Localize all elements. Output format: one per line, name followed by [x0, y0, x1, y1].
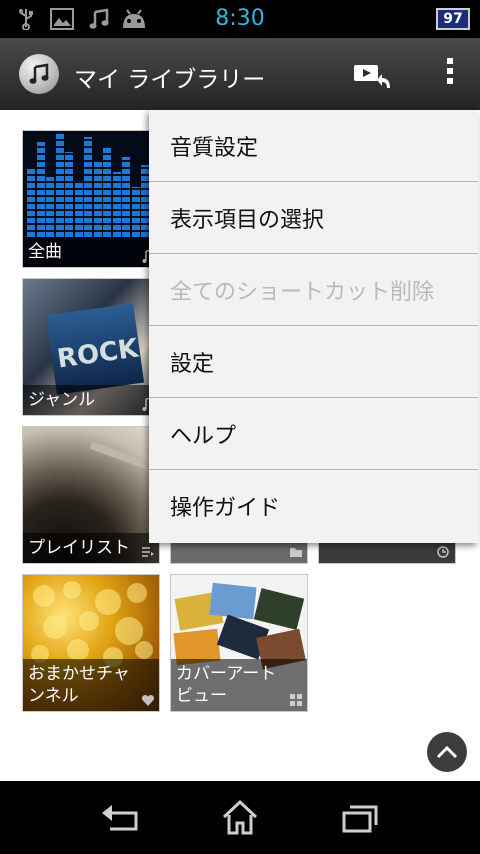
menu-item-operation-guide[interactable]: 操作ガイド — [149, 470, 478, 542]
bokeh-light — [95, 589, 121, 615]
equalizer-bar — [27, 167, 35, 237]
equalizer-bar — [93, 162, 102, 237]
equalizer-bar — [122, 157, 130, 237]
overflow-menu-icon[interactable] — [440, 54, 460, 94]
tile-genre[interactable]: ROCK ジャンル — [22, 278, 160, 416]
equalizer-bar — [74, 182, 83, 237]
tile-cover-art-view[interactable]: カバーアートビュー — [170, 574, 308, 712]
folder-icon — [290, 548, 302, 557]
page-title: マイ ライブラリー — [74, 67, 266, 93]
recent-icon — [437, 546, 449, 558]
menu-item-delete-all-shortcuts: 全てのショートカット削除 — [149, 254, 478, 326]
tile-all-songs[interactable]: 全曲 — [22, 130, 160, 268]
tile-label: おまかせチャンネル — [23, 659, 159, 711]
bokeh-light — [67, 639, 89, 661]
bokeh-light — [135, 641, 153, 659]
navigation-bar — [0, 781, 480, 854]
music-app-icon[interactable] — [19, 54, 59, 94]
tile-label: 全曲 — [23, 237, 159, 267]
equalizer-bar — [112, 172, 121, 237]
menu-item-select-display-items[interactable]: 表示項目の選択 — [149, 182, 478, 254]
equalizer-bar — [131, 187, 140, 237]
equalizer-bar — [55, 132, 64, 237]
bokeh-light — [33, 585, 55, 607]
equalizer-bar — [46, 177, 54, 237]
music-note-icon — [29, 63, 49, 84]
cast-icon[interactable] — [352, 60, 396, 90]
equalizer-bar — [84, 137, 92, 237]
status-bar: 8:30 97 — [0, 0, 480, 38]
battery-indicator: 97 — [436, 8, 470, 30]
equalizer-bar — [36, 142, 45, 237]
chevron-up-icon — [436, 745, 458, 759]
menu-item-help[interactable]: ヘルプ — [149, 398, 478, 470]
bokeh-light — [127, 583, 147, 603]
grid-icon — [290, 694, 302, 706]
menu-item-settings[interactable]: 設定 — [149, 326, 478, 398]
playlist-icon — [142, 547, 154, 557]
back-icon[interactable] — [100, 799, 140, 837]
bokeh-light — [63, 581, 81, 599]
tile-omakase-channel[interactable]: おまかせチャンネル — [22, 574, 160, 712]
home-icon[interactable] — [220, 799, 260, 837]
recent-apps-icon[interactable] — [340, 799, 380, 837]
tile-label: カバーアートビュー — [171, 659, 307, 711]
equalizer-bar — [141, 165, 149, 237]
equalizer-bar — [103, 147, 111, 237]
tile-playlist[interactable]: プレイリスト — [22, 426, 160, 564]
scroll-to-top-button[interactable] — [427, 732, 467, 772]
tile-label: ジャンル — [23, 385, 159, 415]
bokeh-light — [79, 611, 99, 631]
heart-note-icon — [141, 694, 155, 706]
bokeh-light — [115, 617, 143, 645]
overflow-menu: 音質設定 表示項目の選択 全てのショートカット削除 設定 ヘルプ 操作ガイド — [149, 110, 478, 543]
menu-item-sound-settings[interactable]: 音質設定 — [149, 110, 478, 182]
tile-label: プレイリスト — [23, 533, 159, 563]
bokeh-light — [43, 615, 67, 639]
clock: 8:30 — [215, 6, 265, 31]
equalizer-bar — [65, 152, 73, 237]
action-bar: マイ ライブラリー — [0, 38, 480, 110]
